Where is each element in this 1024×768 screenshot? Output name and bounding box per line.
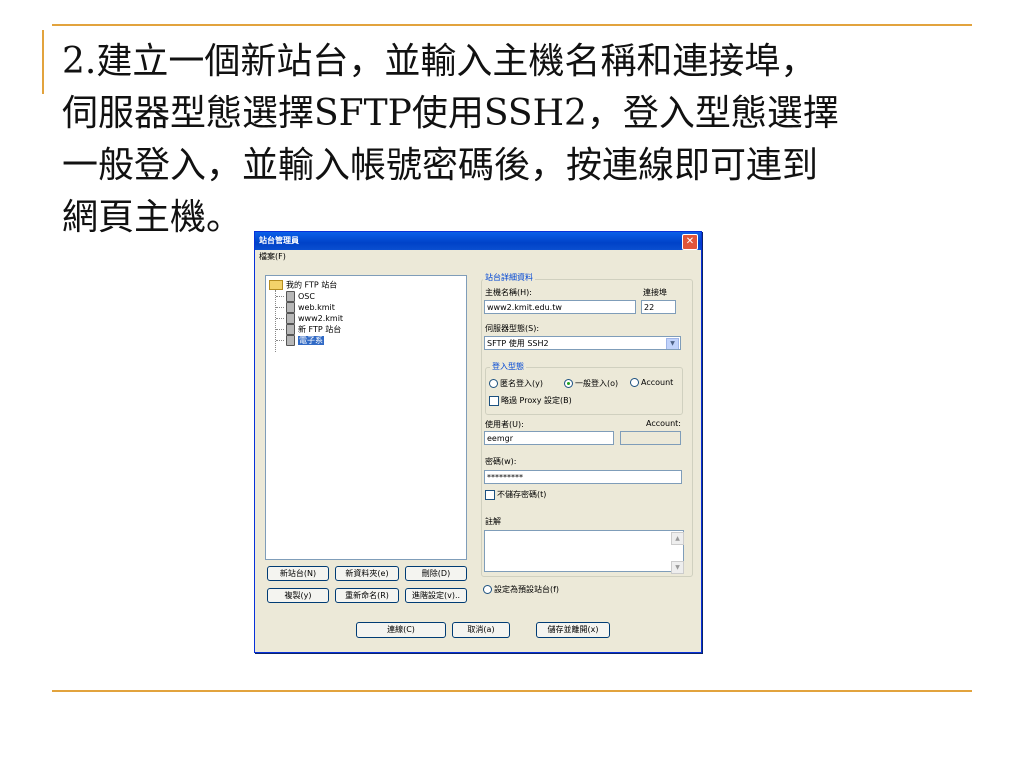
server-icon [286,313,295,324]
user-label: 使用者(U): [485,420,524,429]
chevron-down-icon[interactable]: ▼ [666,338,679,349]
tree-item[interactable]: www2.kmit [286,313,343,324]
server-icon [286,302,295,313]
site-tree[interactable]: 我的 FTP 站台 OSC web.kmit www2.kmit 新 FTP 站… [265,275,467,560]
top-rule [52,24,972,26]
slide-line: 一般登入，並輸入帳號密碼後，按連線即可連到 [62,145,819,186]
tree-connector [276,307,284,308]
tree-root-label: 我的 FTP 站台 [286,280,338,290]
comments-scrollbar[interactable]: ▲ ▼ [671,532,684,574]
account-label: Account: [646,419,681,428]
bypass-proxy-label: 略過 Proxy 設定(B) [501,396,572,405]
radio-selected-icon [564,379,573,388]
server-icon [286,324,295,335]
tree-item-label: www2.kmit [298,314,344,323]
logon-anonymous-label: 匿名登入(y) [500,379,543,388]
bottom-rule [52,690,972,692]
rename-button[interactable]: 重新命名(R) [335,588,399,603]
bypass-proxy-checkbox[interactable]: 略過 Proxy 設定(B) [489,395,572,406]
cancel-button[interactable]: 取消(a) [452,622,510,638]
account-input[interactable] [620,431,681,445]
menubar: 檔案(F) [255,250,701,263]
tree-connector [276,296,284,297]
default-site-radio[interactable]: 設定為預設站台(f) [483,584,559,595]
radio-icon [483,585,492,594]
tree-connector [276,329,284,330]
password-label: 密碼(w): [485,457,517,466]
server-type-select[interactable]: SFTP 使用 SSH2 ▼ [484,336,681,350]
server-type-value: SFTP 使用 SSH2 [487,339,549,348]
user-input[interactable]: eemgr [484,431,614,445]
close-icon[interactable]: ✕ [682,234,698,250]
tree-item-label: 電子系 [298,336,324,345]
tree-item[interactable]: web.kmit [286,302,335,313]
password-input[interactable]: ********* [484,470,682,484]
advanced-settings-button[interactable]: 進階設定(v).. [405,588,467,603]
checkbox-icon [485,489,495,500]
logon-account-label: Account [641,378,674,387]
tree-item-label: 新 FTP 站台 [298,325,342,334]
tree-connector [275,290,276,352]
folder-icon [269,280,283,290]
logon-anonymous-radio[interactable]: 匿名登入(y) [489,378,543,389]
tree-item-label: OSC [298,292,315,301]
dont-save-password-label: 不儲存密碼(t) [497,490,547,499]
logon-normal-label: 一般登入(o) [575,379,619,388]
logon-account-radio[interactable]: Account [630,378,673,387]
dialog-title: 站台管理員 [259,236,299,245]
connect-button[interactable]: 連線(C) [356,622,446,638]
tree-item[interactable]: OSC [286,291,315,302]
dialog-titlebar[interactable]: 站台管理員 ✕ [255,232,701,250]
save-close-button[interactable]: 儲存並離開(x) [536,622,610,638]
default-site-label: 設定為預設站台(f) [494,585,560,594]
tree-connector [276,340,284,341]
logon-type-group [485,367,683,415]
tree-item[interactable]: 新 FTP 站台 [286,324,341,335]
slide-line: 伺服器型態選擇SFTP使用SSH2，登入型態選擇 [62,93,839,134]
menu-file[interactable]: 檔案(F) [259,252,286,261]
port-label: 連接埠 [643,288,667,297]
logon-type-title: 登入型態 [490,361,526,372]
server-type-label: 伺服器型態(S): [485,324,540,333]
copy-button[interactable]: 複製(y) [267,588,329,603]
site-details-title: 站台詳細資料 [483,272,535,283]
slide-body-text: 2.建立一個新站台，並輸入主機名稱和連接埠， 伺服器型態選擇SFTP使用SSH2… [62,36,982,244]
server-icon [286,335,295,346]
radio-icon [489,379,498,388]
left-rule [42,30,44,94]
dont-save-password-checkbox[interactable]: 不儲存密碼(t) [485,489,546,500]
host-label: 主機名稱(H): [485,288,532,297]
comments-textarea[interactable]: ▲ ▼ [484,530,684,574]
tree-root[interactable]: 我的 FTP 站台 [269,280,337,291]
delete-button[interactable]: 刪除(D) [405,566,467,581]
scroll-down-icon[interactable]: ▼ [671,561,684,574]
tree-item-selected[interactable]: 電子系 [286,335,324,346]
checkbox-icon [489,395,499,406]
site-manager-dialog: 站台管理員 ✕ 檔案(F) 我的 FTP 站台 OSC web.kmit www… [254,231,702,653]
new-folder-button[interactable]: 新資料夾(e) [335,566,399,581]
tree-item-label: web.kmit [298,303,335,312]
server-icon [286,291,295,302]
comments-label: 註解 [485,517,501,526]
scroll-up-icon[interactable]: ▲ [671,532,684,545]
port-input[interactable]: 22 [641,300,676,314]
radio-icon [630,378,639,387]
logon-normal-radio[interactable]: 一般登入(o) [564,378,618,389]
slide-line: 2.建立一個新站台，並輸入主機名稱和連接埠， [62,41,817,82]
tree-connector [276,318,284,319]
host-input[interactable]: www2.kmit.edu.tw [484,300,636,314]
new-site-button[interactable]: 新站台(N) [267,566,329,581]
